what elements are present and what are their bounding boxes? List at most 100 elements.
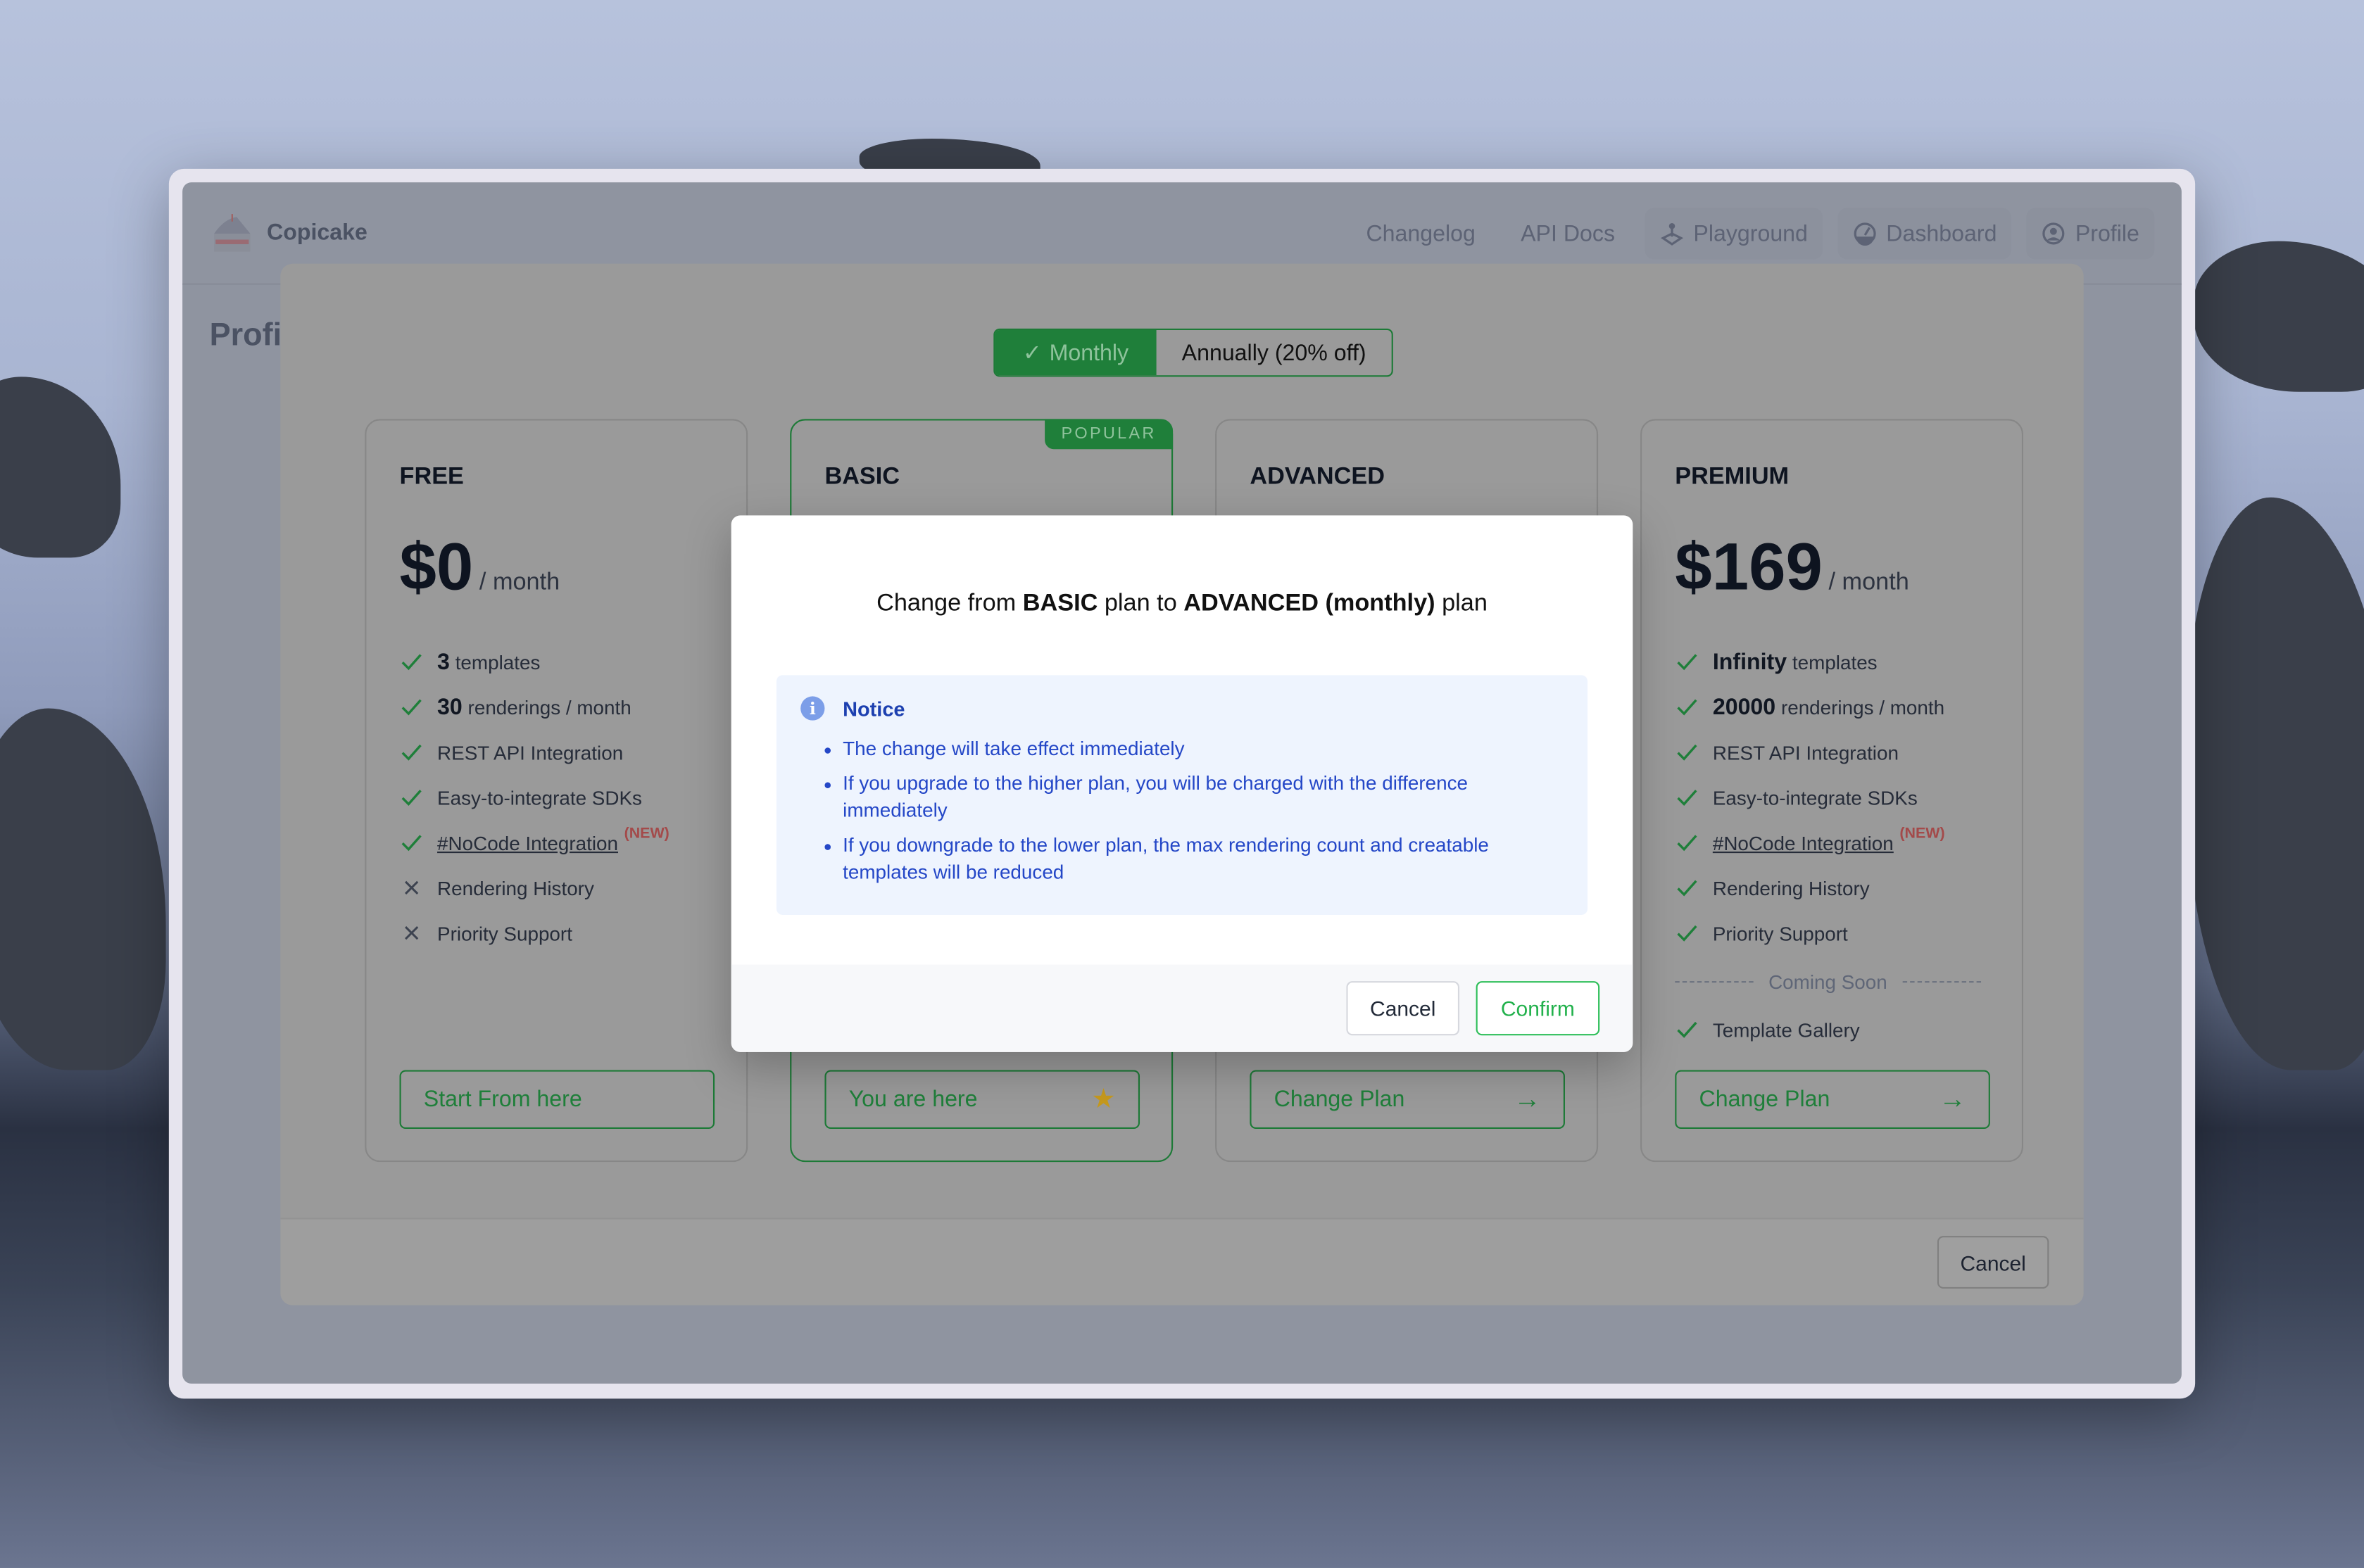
nav-label: Dashboard	[1886, 220, 1997, 247]
feature-label: Easy-to-integrate SDKs	[1712, 785, 1918, 809]
feature-text: 3 templates	[437, 649, 540, 674]
feature-value: 3	[437, 648, 450, 675]
confirm-dialog: Change from BASIC plan to ADVANCED (mont…	[731, 515, 1633, 1052]
brand-name: Copicake	[267, 220, 367, 246]
dialog-confirm-button[interactable]: Confirm	[1476, 981, 1600, 1036]
feature-item: 20000 renderings / month	[1675, 684, 1980, 729]
feature-value: Infinity	[1712, 648, 1787, 675]
cake-logo-icon	[214, 214, 251, 252]
feature-item: REST API Integration	[400, 730, 669, 775]
to-plan: ADVANCED (monthly)	[1183, 590, 1435, 617]
background-rock	[2186, 497, 2364, 1070]
feature-item: Rendering History	[400, 865, 669, 910]
button-label: You are here	[848, 1087, 978, 1113]
notice-header: i Notice	[800, 696, 1564, 721]
annually-option[interactable]: Annually (20% off)	[1157, 330, 1392, 375]
feature-label: REST API Integration	[437, 740, 624, 764]
monthly-option[interactable]: ✓ Monthly	[995, 330, 1157, 376]
feature-label: renderings / month	[1780, 695, 1945, 719]
feature-text: Priority Support	[437, 922, 572, 944]
x-icon	[405, 880, 419, 895]
start-from-here-button[interactable]: Start From here	[399, 1070, 715, 1130]
feature-item: 30 renderings / month	[400, 684, 669, 729]
gauge-icon	[1854, 222, 1876, 246]
feature-label: templates	[455, 650, 541, 674]
nav-playground[interactable]: Playground	[1645, 208, 1823, 260]
price-period: / month	[479, 569, 560, 595]
popular-badge: POPULAR	[1044, 419, 1174, 450]
nocode-link[interactable]: #NoCode Integration	[437, 831, 618, 854]
divider-line	[1902, 980, 1981, 982]
title-text: plan to	[1104, 590, 1177, 617]
feature-label: Template Gallery	[1712, 1018, 1860, 1041]
plan-price: $169/ month	[1675, 531, 1909, 606]
annually-label: Annually (20% off)	[1181, 339, 1366, 366]
feature-text: 30 renderings / month	[437, 694, 631, 719]
nav-changelog[interactable]: Changelog	[1351, 208, 1490, 260]
check-icon	[401, 790, 422, 807]
check-icon	[1677, 699, 1697, 716]
feature-list: 3 templates 30 renderings / month REST API…	[400, 639, 669, 956]
dialog-cancel-button[interactable]: Cancel	[1346, 981, 1460, 1036]
feature-text: Rendering History	[437, 876, 594, 899]
cancel-button[interactable]: Cancel	[1937, 1236, 2049, 1289]
nav-label: API Docs	[1521, 220, 1616, 247]
nav-api-docs[interactable]: API Docs	[1506, 208, 1630, 260]
arrow-right-icon: →	[1939, 1083, 1966, 1114]
check-icon: ✓	[1022, 340, 1042, 367]
nav-profile[interactable]: Profile	[2027, 208, 2155, 260]
feature-item: REST API Integration	[1675, 730, 1980, 775]
title-text: Change from	[876, 590, 1017, 617]
notice-box: i Notice The change will take effect imme…	[776, 675, 1588, 915]
feature-item: #NoCode Integration (NEW)	[400, 820, 669, 865]
check-icon	[1677, 835, 1697, 852]
user-circle-icon	[2043, 222, 2066, 245]
check-icon	[1677, 654, 1697, 671]
feature-text: Infinity templates	[1713, 649, 1878, 674]
check-icon	[401, 699, 422, 716]
feature-text: Easy-to-integrate SDKs	[437, 786, 642, 809]
feature-text: Template Gallery	[1713, 1018, 1860, 1041]
button-label: Change Plan	[1274, 1087, 1405, 1113]
nocode-link[interactable]: #NoCode Integration	[1713, 831, 1894, 854]
feature-value: 20000	[1712, 694, 1776, 720]
plan-card-premium: PREMIUM $169/ month Infinity templates 20…	[1640, 419, 2024, 1163]
check-icon	[401, 744, 422, 761]
change-plan-button-premium[interactable]: Change Plan →	[1675, 1070, 1990, 1130]
feature-item: Infinity templates	[1675, 639, 1980, 684]
nav-label: Playground	[1693, 220, 1808, 247]
feature-item: Easy-to-integrate SDKs	[400, 775, 669, 820]
feature-list: Infinity templates 20000 renderings / mon…	[1675, 639, 1981, 1052]
background-rock	[0, 708, 166, 1070]
title-text: plan	[1442, 590, 1488, 617]
change-plan-button-advanced[interactable]: Change Plan →	[1250, 1070, 1565, 1130]
feature-label: REST API Integration	[1712, 740, 1899, 764]
divider-line	[1675, 980, 1754, 982]
you-are-here-button[interactable]: You are here ★	[824, 1070, 1140, 1130]
nav-label: Profile	[2075, 220, 2139, 247]
billing-toggle: ✓ Monthly Annually (20% off)	[993, 328, 1393, 377]
feature-text: #NoCode Integration	[1713, 831, 1894, 854]
check-icon	[1677, 880, 1697, 897]
background-rock	[0, 377, 121, 558]
feature-item: Priority Support	[1675, 911, 1980, 956]
monthly-label: Monthly	[1049, 339, 1129, 366]
notice-list: The change will take effect immediately …	[824, 735, 1564, 887]
from-plan: BASIC	[1022, 590, 1098, 617]
feature-item: Easy-to-integrate SDKs	[1675, 775, 1980, 820]
modal-footer: Cancel	[280, 1218, 2084, 1305]
nav-label: Changelog	[1366, 220, 1476, 247]
plan-title: PREMIUM	[1675, 464, 1790, 491]
feature-text: Rendering History	[1713, 876, 1870, 899]
new-tag: (NEW)	[1899, 825, 1945, 842]
desktop: Copicake Changelog API Docs Playground D…	[0, 0, 2364, 1568]
feature-value: 30	[437, 694, 463, 720]
dialog-title: Change from BASIC plan to ADVANCED (mont…	[731, 590, 1633, 618]
joystick-icon	[1661, 222, 1684, 246]
arrow-right-icon: →	[1514, 1083, 1541, 1114]
price-period: / month	[1828, 569, 1909, 595]
feature-item: 3 templates	[400, 639, 669, 684]
notice-item: If you upgrade to the higher plan, you w…	[824, 769, 1564, 825]
page-title: Profi	[209, 317, 282, 353]
nav-dashboard[interactable]: Dashboard	[1837, 208, 2012, 260]
